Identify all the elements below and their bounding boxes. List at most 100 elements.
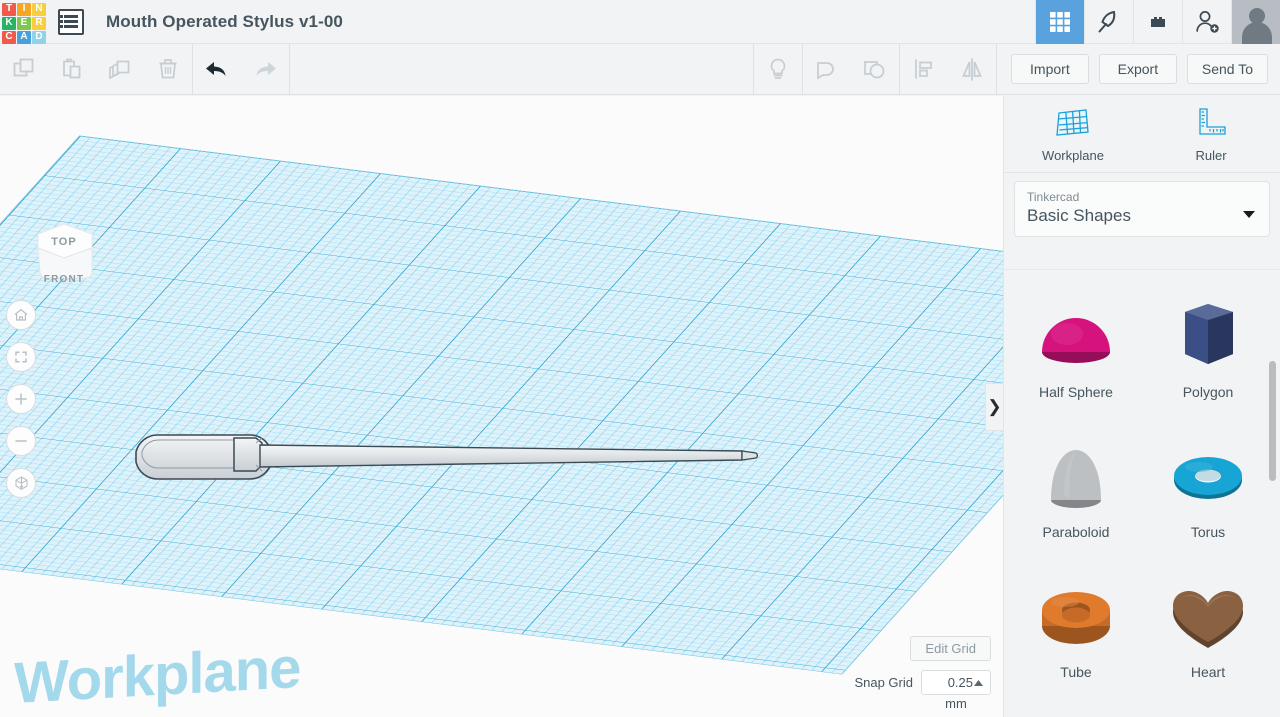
align-button[interactable] [900, 44, 948, 94]
logo-tile-t-0: T [2, 2, 16, 16]
toolbar-action-group: Import Export Send To [997, 44, 1280, 94]
panel-collapse-toggle[interactable]: ❯ [985, 383, 1003, 431]
shape-item-heart[interactable]: Heart [1142, 568, 1274, 708]
workplane-tool[interactable]: Workplane [1004, 96, 1142, 172]
workplane-tool-label: Workplane [1042, 148, 1104, 163]
mouth-operated-stylus-model[interactable] [130, 426, 770, 481]
list-menu-icon[interactable] [58, 8, 84, 35]
duplicate-button[interactable] [96, 44, 144, 94]
ungroup-button[interactable] [851, 44, 899, 94]
view-cube-top-label[interactable]: TOP [24, 236, 104, 248]
snap-grid-label: Snap Grid [854, 675, 913, 690]
avatar-body [1241, 21, 1272, 44]
header-icon-group [1035, 0, 1280, 44]
shape-item-tube[interactable]: Tube [1010, 568, 1142, 708]
logo-tile-d-8: D [32, 30, 46, 44]
tinkercad-app: TIN KER CAD Mouth Operated Stylus v1-00 Im… [0, 0, 1280, 717]
logo-tile-c-6: C [2, 30, 16, 44]
logo-tile-k-3: K [2, 16, 16, 30]
logo-tile-e-4: E [17, 16, 31, 30]
undo-button[interactable] [193, 44, 241, 94]
logo-tile-a-7: A [17, 30, 31, 44]
home-view-button[interactable] [6, 300, 36, 330]
logo-tile-i-1: I [17, 2, 31, 16]
shape-item-paraboloid[interactable]: Paraboloid [1010, 428, 1142, 568]
edit-tool-group [0, 44, 192, 94]
user-avatar[interactable] [1231, 0, 1280, 44]
snap-grid-row: Snap Grid 0.25 [854, 670, 991, 695]
shape-library-select[interactable]: Tinkercad Basic Shapes [1014, 181, 1270, 237]
shape-item-polygon[interactable]: Polygon [1142, 288, 1274, 428]
ruler-tool[interactable]: Ruler [1142, 96, 1280, 172]
snap-grid-select[interactable]: 0.25 [921, 670, 991, 695]
ruler-tool-label: Ruler [1195, 148, 1227, 163]
fit-to-view-button[interactable] [6, 342, 36, 372]
page-title: Mouth Operated Stylus v1-00 [106, 11, 343, 31]
nav-button-group [6, 300, 38, 510]
align-tool-group [900, 44, 996, 94]
group-tool-group [803, 44, 899, 94]
mirror-button[interactable] [948, 44, 996, 94]
shape-list-scrollbar[interactable] [1269, 361, 1276, 481]
shape-item-torus[interactable]: Torus [1142, 428, 1274, 568]
shape-thumbnail [1031, 434, 1121, 522]
zoom-out-button[interactable] [6, 426, 36, 456]
codeblocks-pick-icon[interactable] [1084, 0, 1133, 44]
caret-up-icon [974, 679, 983, 686]
panel-tool-row: Workplane Ruler [1004, 96, 1280, 173]
library-collection-label: Basic Shapes [1027, 206, 1131, 225]
copy-button[interactable] [0, 44, 48, 94]
edit-grid-button[interactable]: Edit Grid [910, 636, 991, 661]
shape-thumbnail [1031, 574, 1121, 662]
import-button[interactable]: Import [1010, 54, 1089, 84]
view-cube-front-label[interactable]: FRONT [24, 274, 104, 285]
main-toolbar: Import Export Send To [0, 44, 1280, 95]
chevron-down-icon[interactable] [1243, 211, 1255, 218]
library-source-label: Tinkercad [1027, 190, 1080, 204]
shape-label: Half Sphere [1039, 384, 1113, 400]
logo-tile-r-5: R [32, 16, 46, 30]
shape-list[interactable]: Half Sphere Polygon Paraboloid Torus Tub… [1004, 269, 1280, 717]
orthographic-toggle-button[interactable] [6, 468, 36, 498]
group-button[interactable] [803, 44, 851, 94]
logo-tile-n-2: N [32, 2, 46, 16]
grid-apps-icon[interactable] [1035, 0, 1084, 44]
add-person-icon[interactable] [1182, 0, 1231, 44]
workplane-wrapper [0, 96, 1003, 717]
shape-label: Paraboloid [1042, 524, 1110, 540]
library-select-wrap: Tinkercad Basic Shapes [1004, 173, 1280, 247]
shape-label: Tube [1060, 664, 1092, 680]
toolbar-gap [290, 44, 753, 94]
hint-button[interactable] [754, 44, 802, 94]
shape-thumbnail [1163, 434, 1253, 522]
workplane-grid[interactable] [0, 136, 1003, 674]
workplane-grid-icon [1056, 109, 1089, 136]
paste-button[interactable] [48, 44, 96, 94]
grid-controls: Edit Grid Snap Grid 0.25 mm [854, 636, 991, 711]
bricks-icon[interactable] [1133, 0, 1182, 44]
hint-tool-group [754, 44, 802, 94]
snap-grid-value: 0.25 [947, 675, 973, 690]
editor-canvas[interactable]: Workplane TOP FRONT Edit Grid Snap Grid … [0, 96, 1003, 717]
history-tool-group [193, 44, 289, 94]
zoom-in-button[interactable] [6, 384, 36, 414]
delete-button[interactable] [144, 44, 192, 94]
shape-label: Torus [1190, 524, 1226, 540]
shape-library-panel: Workplane Ruler Tinkercad Basic Shapes H… [1003, 96, 1280, 717]
shape-label: Heart [1190, 664, 1226, 680]
app-header: TIN KER CAD Mouth Operated Stylus v1-00 [0, 0, 1280, 44]
snap-grid-unit: mm [945, 696, 967, 711]
view-cube[interactable]: TOP FRONT [24, 208, 104, 298]
shape-label: Polygon [1182, 384, 1234, 400]
export-button[interactable]: Export [1098, 54, 1177, 84]
shape-thumbnail [1163, 294, 1253, 382]
shape-item-7[interactable] [1142, 708, 1274, 717]
shape-grid: Half Sphere Polygon Paraboloid Torus Tub… [1004, 270, 1280, 717]
shape-thumbnail [1031, 294, 1121, 382]
send-to-button[interactable]: Send To [1186, 54, 1268, 84]
tinkercad-logo[interactable]: TIN KER CAD [0, 0, 46, 44]
shape-item-6[interactable] [1010, 708, 1142, 717]
shape-item-half-sphere[interactable]: Half Sphere [1010, 288, 1142, 428]
ruler-icon [1199, 108, 1226, 135]
redo-button[interactable] [241, 44, 289, 94]
